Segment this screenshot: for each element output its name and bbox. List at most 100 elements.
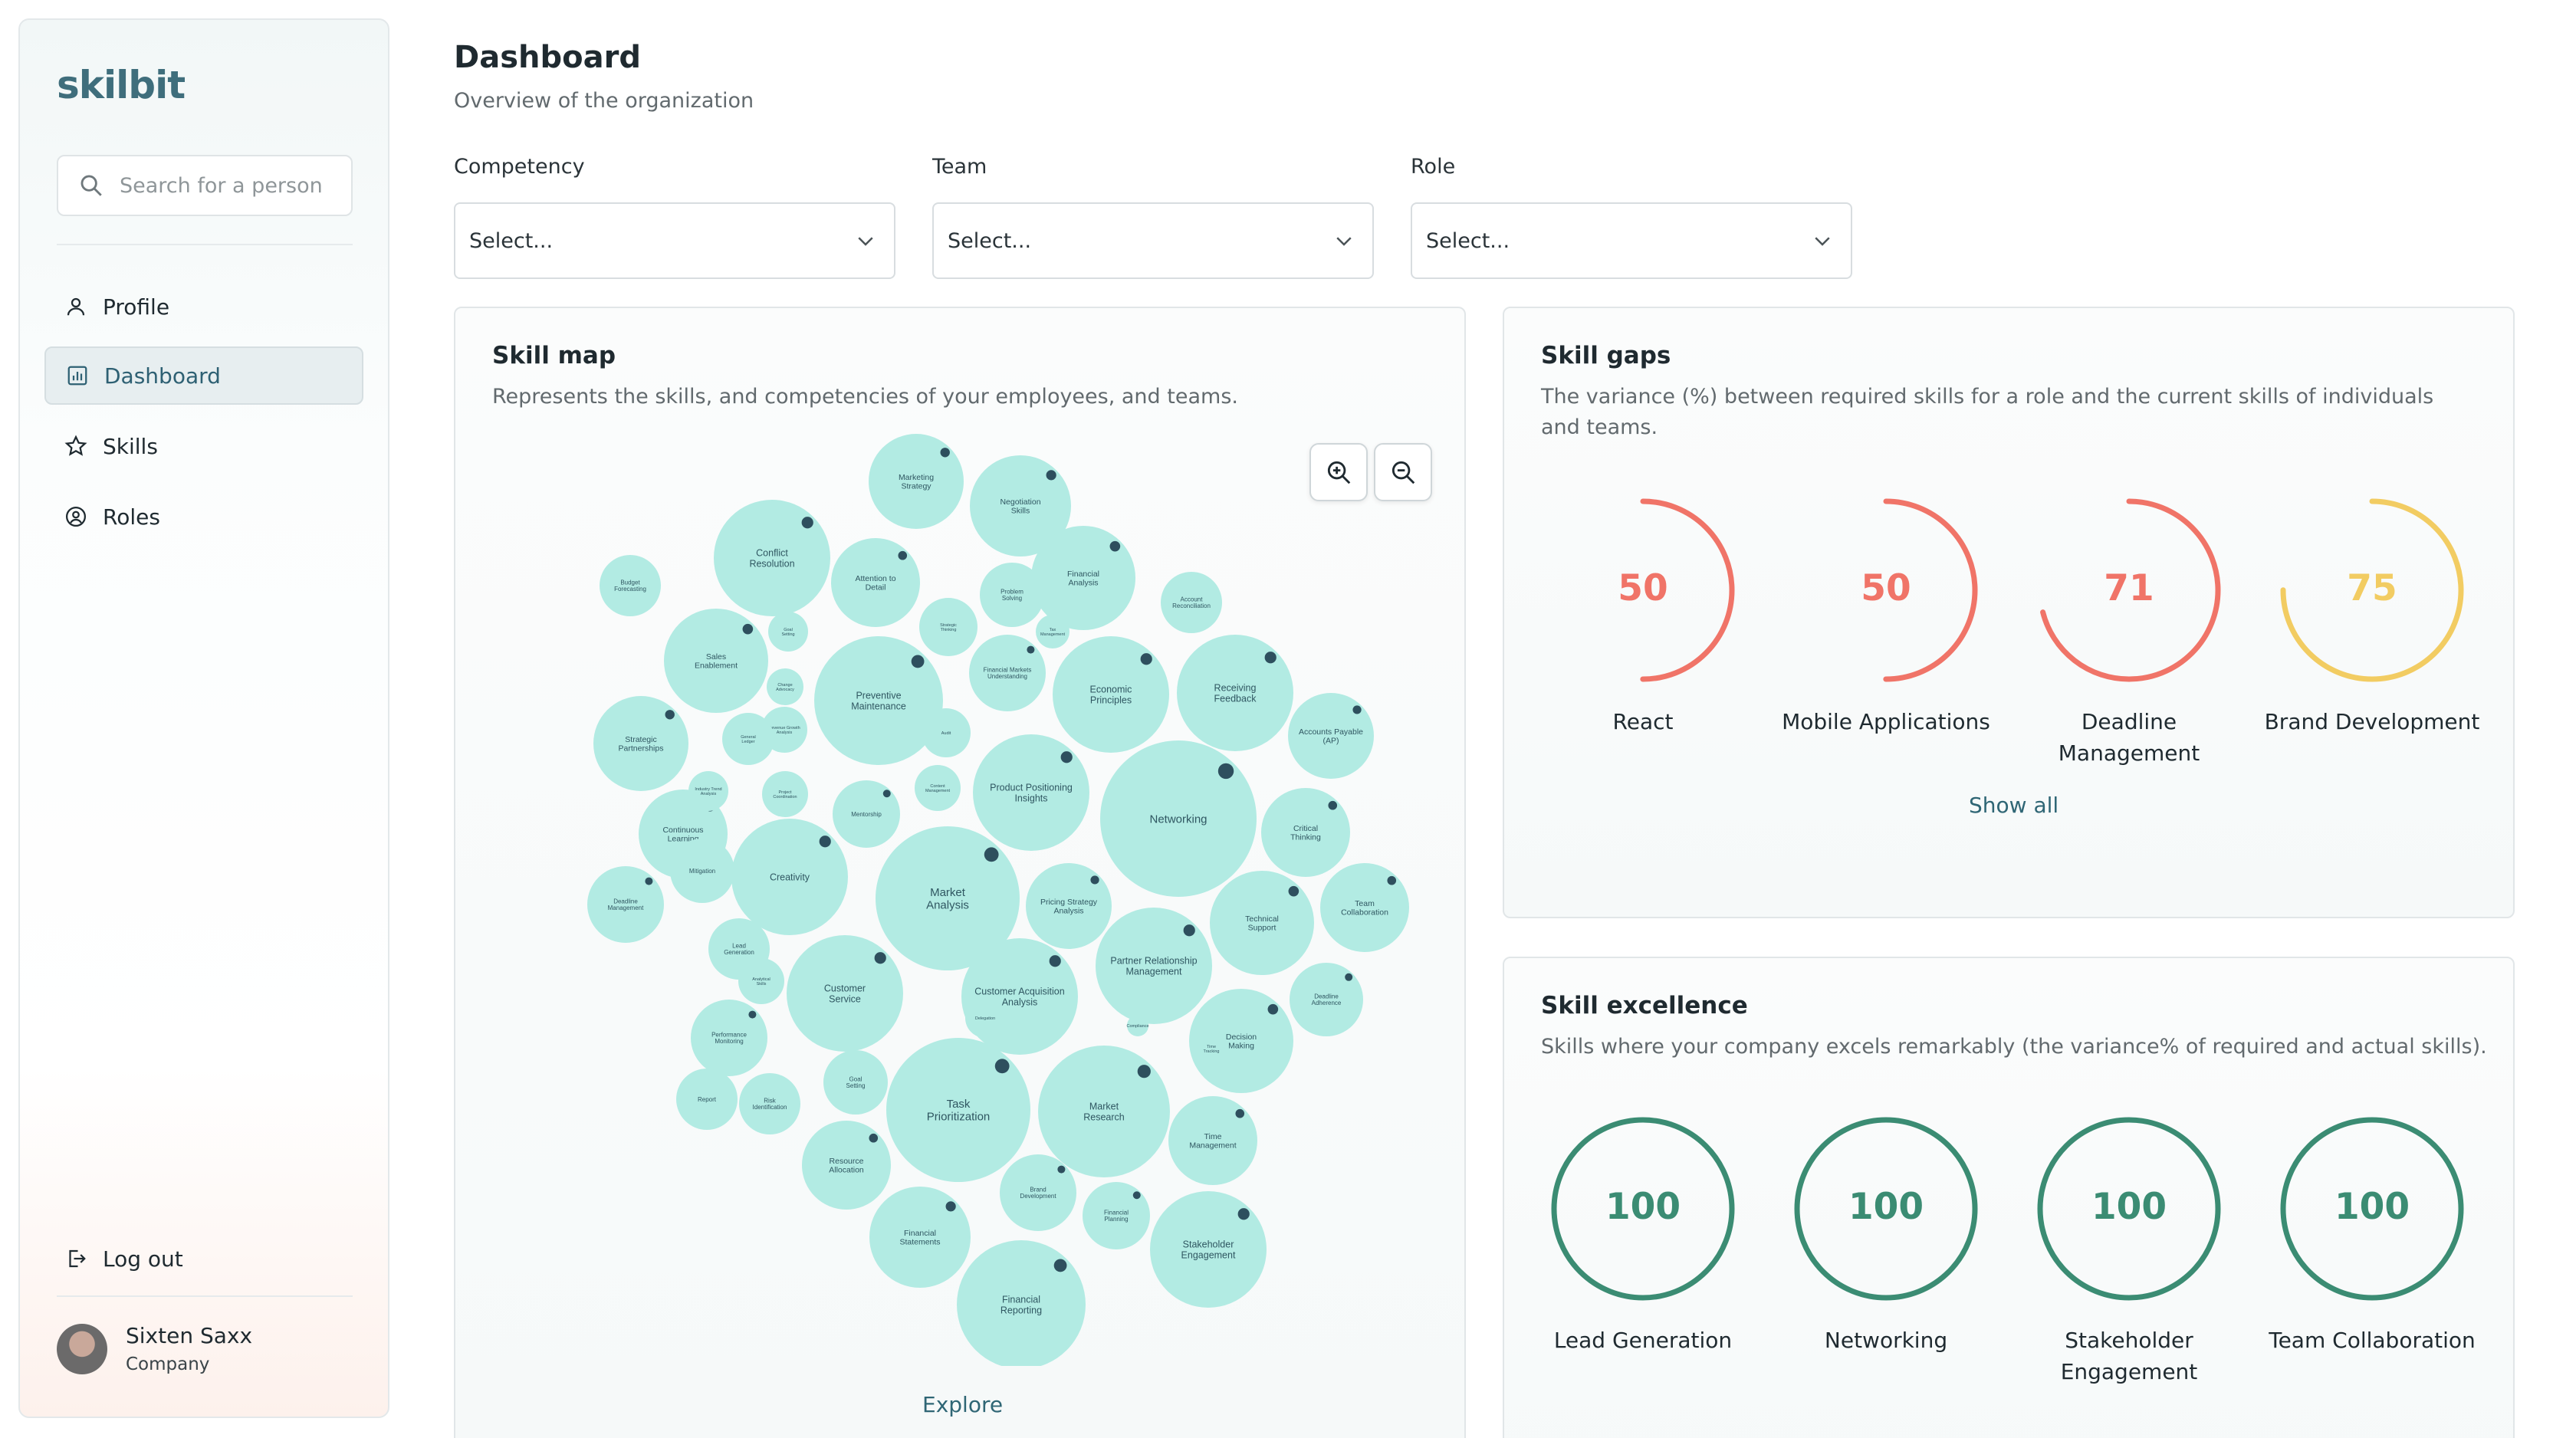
bubble-indicator xyxy=(1267,1003,1279,1015)
gauge-item[interactable]: 50 Mobile Applications xyxy=(1771,494,2001,737)
skill-bubble[interactable]: Strategic Thinking xyxy=(919,598,978,656)
gauge-item[interactable]: 100 Lead Generation xyxy=(1528,1113,1758,1356)
nav-item-skills[interactable]: Skills xyxy=(44,417,363,475)
nav-item-profile[interactable]: Profile xyxy=(44,277,363,336)
skill-bubble[interactable]: Content Management xyxy=(915,765,961,811)
role-select[interactable]: Select... xyxy=(1411,202,1852,279)
gauge-item[interactable]: 100 Team Collaboration xyxy=(2257,1113,2487,1356)
app-logo[interactable]: skilbit xyxy=(57,63,186,107)
zoom-out-icon xyxy=(1392,461,1415,484)
skill-bubble[interactable]: Financial Statements xyxy=(869,1187,971,1288)
team-select[interactable]: Select... xyxy=(932,202,1374,279)
skill-bubble[interactable]: Conflict Resolution xyxy=(714,500,830,616)
competency-select[interactable]: Select... xyxy=(454,202,895,279)
show-all-link[interactable]: Show all xyxy=(1969,793,2058,818)
skill-bubble[interactable]: Creativity xyxy=(731,819,848,935)
skill-bubble[interactable]: Deadline Management xyxy=(587,866,664,943)
skill-bubble[interactable]: Time Management xyxy=(1168,1096,1257,1185)
skill-bubble[interactable]: Critical Thinking xyxy=(1261,788,1350,877)
search-box[interactable] xyxy=(57,155,353,216)
skill-bubble[interactable]: Mentorship xyxy=(833,780,900,848)
gauge-item[interactable]: 71 Deadline Management xyxy=(2014,494,2244,769)
bubble-label: Market Analysis xyxy=(926,886,969,912)
skill-bubble[interactable]: Project Coordination xyxy=(762,771,808,817)
skill-bubble[interactable]: Delegation xyxy=(965,998,1005,1038)
skill-bubble[interactable]: Problem Solving xyxy=(980,563,1044,627)
skill-bubble[interactable]: Risk Identification xyxy=(739,1073,800,1134)
bubble-label: Change Advocacy xyxy=(776,683,794,692)
logout-button[interactable]: Log out xyxy=(44,1230,363,1288)
skill-bubble[interactable]: Performance Monitoring xyxy=(691,1000,767,1076)
skill-bubble[interactable]: Networking xyxy=(1100,740,1257,897)
skill-bubble[interactable]: Preventive Maintenance xyxy=(814,636,943,765)
skill-bubble[interactable]: Deadline Adherence xyxy=(1290,963,1363,1036)
skill-bubble[interactable]: Tax Management xyxy=(1036,615,1070,648)
skill-bubble[interactable]: Budget Forecasting xyxy=(600,555,661,616)
skill-bubble[interactable]: Market Research xyxy=(1038,1046,1170,1177)
skill-bubble[interactable]: Strategic Partnerships xyxy=(593,696,688,791)
bubble-indicator xyxy=(1132,1191,1141,1200)
skill-bubble[interactable]: General Ledger xyxy=(722,713,774,765)
skill-bubble[interactable]: Attention to Detail xyxy=(831,538,920,627)
bubble-label: Economic Principles xyxy=(1090,685,1132,706)
explore-link[interactable]: Explore xyxy=(922,1392,1003,1417)
skill-bubble[interactable]: Customer Acquisition Analysis xyxy=(961,938,1078,1055)
skill-bubble[interactable]: Receiving Feedback xyxy=(1177,635,1293,751)
user-card[interactable]: Sixten Saxx Company xyxy=(57,1323,252,1374)
skill-bubble[interactable]: Sales Enablement xyxy=(664,609,768,713)
search-icon xyxy=(80,175,102,196)
skill-bubble[interactable]: Brand Development xyxy=(1000,1154,1076,1231)
bubble-label: Financial Planning xyxy=(1104,1209,1129,1223)
zoom-in-button[interactable] xyxy=(1309,443,1368,501)
skill-bubble[interactable]: Customer Service xyxy=(787,935,903,1052)
gauge-item[interactable]: 50 React xyxy=(1528,494,1758,737)
skill-bubble[interactable]: Pricing Strategy Analysis xyxy=(1026,863,1112,949)
skill-bubble[interactable]: Financial Markets Understanding xyxy=(969,635,1046,711)
skill-bubble[interactable]: Resource Allocation xyxy=(802,1121,891,1210)
skill-bubble[interactable]: Mitigation xyxy=(670,839,734,903)
bubble-label: Technical Support xyxy=(1245,914,1279,933)
bubble-indicator xyxy=(1352,705,1362,714)
nav-item-dashboard[interactable]: Dashboard xyxy=(44,346,363,405)
skill-bubble[interactable]: Analytical Skills xyxy=(738,958,784,1004)
skill-bubble[interactable]: Marketing Strategy xyxy=(869,434,964,529)
skill-bubble[interactable]: Goal Setting xyxy=(768,612,808,652)
bubble-indicator xyxy=(1140,653,1152,665)
zoom-out-button[interactable] xyxy=(1374,443,1432,501)
skill-bubble[interactable]: Partner Relationship Management xyxy=(1096,908,1212,1024)
skill-bubble[interactable]: Audit xyxy=(922,708,971,757)
nav-item-roles[interactable]: Roles xyxy=(44,488,363,546)
nav-label: Roles xyxy=(103,504,160,530)
gauge-label: Lead Generation xyxy=(1553,1328,1733,1353)
skill-bubble[interactable]: Stakeholder Engagement xyxy=(1150,1191,1267,1308)
gauge-item[interactable]: 100 Stakeholder Engagement xyxy=(2014,1113,2244,1387)
skill-bubble[interactable]: Accounts Payable (AP) xyxy=(1288,693,1374,779)
skill-bubble[interactable]: Product Positioning Insights xyxy=(973,734,1089,851)
select-value: Select... xyxy=(1426,228,1510,253)
user-icon xyxy=(67,297,85,316)
bubble-label: Stakeholder Engagement xyxy=(1181,1239,1236,1261)
skill-bubble[interactable]: Industry Trend Analysis xyxy=(688,771,728,811)
gauge-value: 75 xyxy=(2347,567,2397,609)
skill-bubble[interactable]: Goal Setting xyxy=(823,1050,888,1115)
chevron-down-icon xyxy=(1815,237,1830,246)
skill-bubble[interactable]: Financial Analysis xyxy=(1031,526,1135,630)
select-value: Select... xyxy=(469,228,554,253)
select-value: Select... xyxy=(948,228,1032,253)
skill-bubble[interactable]: Economic Principles xyxy=(1053,636,1169,753)
gauge-item[interactable]: 75 Brand Development xyxy=(2257,494,2487,737)
search-input[interactable] xyxy=(120,173,342,198)
skill-bubble[interactable]: Change Advocacy xyxy=(767,668,803,705)
skill-bubble[interactable]: Report xyxy=(676,1069,738,1130)
skill-bubble[interactable]: Financial Planning xyxy=(1083,1182,1150,1249)
skill-bubble[interactable]: Account Reconciliation xyxy=(1161,572,1222,633)
skill-bubble[interactable]: Time Tracking xyxy=(1196,1033,1227,1064)
skill-bubble[interactable]: Task Prioritization xyxy=(886,1038,1030,1182)
skill-bubble[interactable]: Team Collaboration xyxy=(1320,863,1409,952)
gauge-item[interactable]: 100 Networking xyxy=(1771,1113,2001,1356)
skill-bubble[interactable]: Financial Reporting xyxy=(957,1240,1086,1366)
skill-bubble[interactable]: Technical Support xyxy=(1210,871,1314,975)
skill-bubble-map[interactable]: Marketing StrategyNegotiation SkillsConfli… xyxy=(475,429,1441,1366)
bubble-indicator xyxy=(984,847,999,862)
logout-icon xyxy=(69,1249,86,1268)
